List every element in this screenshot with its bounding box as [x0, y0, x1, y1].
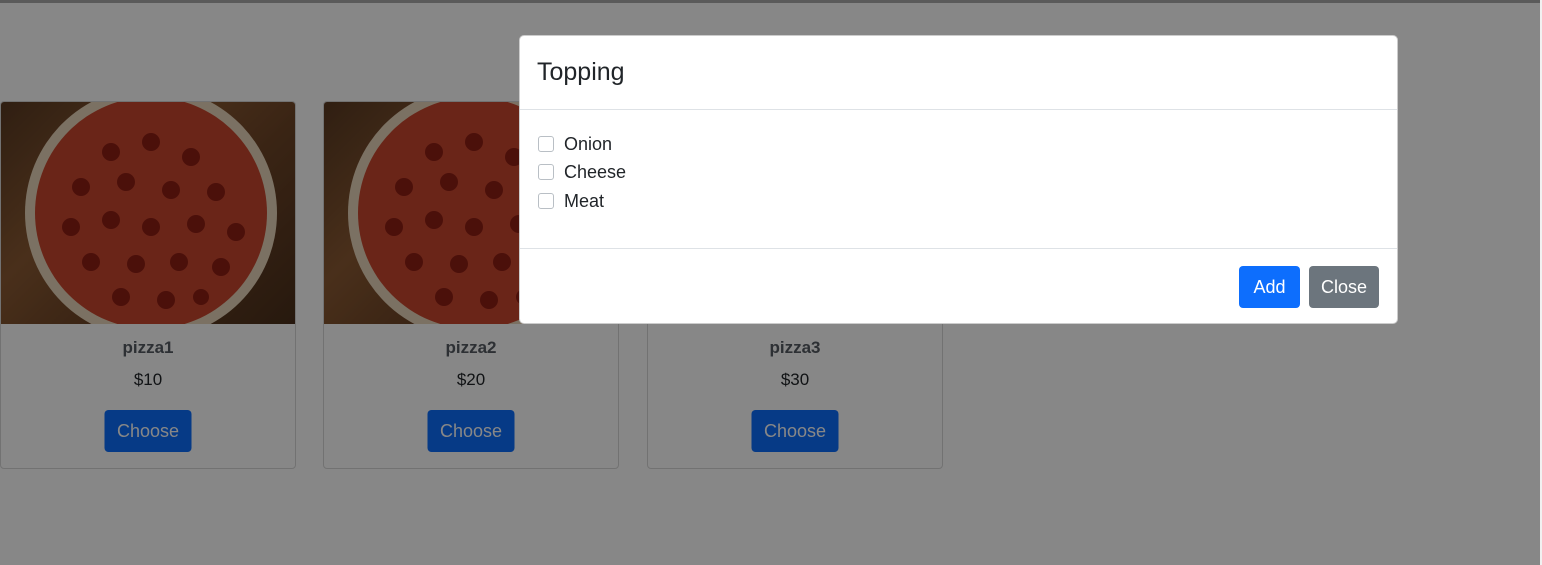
- topping-checkbox-onion[interactable]: [538, 136, 554, 152]
- topping-checkbox-cheese[interactable]: [538, 164, 554, 180]
- close-button[interactable]: Close: [1309, 266, 1379, 308]
- modal-title: Topping: [537, 58, 625, 86]
- topping-option-cheese[interactable]: Cheese: [537, 160, 626, 184]
- modal-header: Topping: [520, 36, 1397, 110]
- window-top-border: [0, 0, 1542, 3]
- topping-label: Meat: [564, 190, 605, 211]
- topping-option-onion[interactable]: Onion: [537, 132, 612, 156]
- add-button[interactable]: Add: [1239, 266, 1300, 308]
- topping-option-meat[interactable]: Meat: [537, 189, 604, 213]
- topping-modal: Topping Onion Cheese Meat Add Close: [519, 35, 1398, 324]
- topping-label: Onion: [564, 133, 613, 154]
- topping-checkbox-meat[interactable]: [538, 193, 554, 209]
- modal-footer: Add Close: [520, 248, 1397, 323]
- topping-label: Cheese: [564, 161, 627, 182]
- modal-body: Onion Cheese Meat: [520, 110, 1397, 248]
